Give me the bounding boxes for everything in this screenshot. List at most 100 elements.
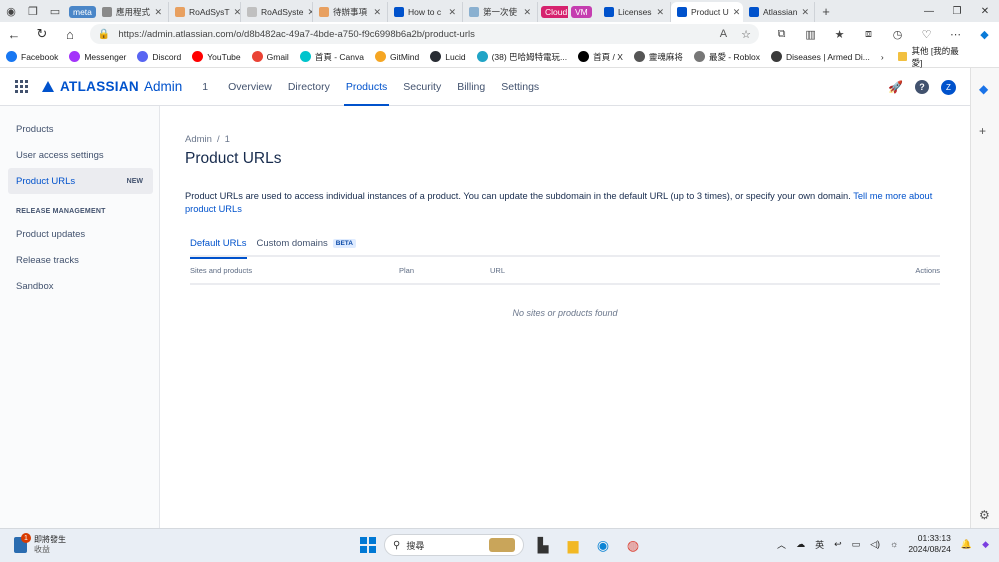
- bookmark-item[interactable]: Diseases | Armed Di...: [770, 51, 870, 63]
- browser-tab[interactable]: 第一次使 ✕: [463, 2, 538, 22]
- start-icon[interactable]: [360, 537, 376, 553]
- weather-icon[interactable]: ☼: [890, 539, 898, 549]
- bookmark-favicon-icon: [69, 51, 81, 62]
- bookmark-item[interactable]: GitMind: [374, 51, 419, 63]
- tools-icon[interactable]: ◆: [979, 82, 988, 96]
- bookmark-item[interactable]: Discord: [137, 51, 181, 63]
- sidebar-item-release-tracks[interactable]: Release tracks: [0, 247, 153, 273]
- sidebar-item-product-updates[interactable]: Product updates: [0, 221, 153, 247]
- browser-tab[interactable]: Product U ✕: [671, 2, 743, 22]
- onedrive-icon[interactable]: ☁: [796, 539, 805, 550]
- rocket-icon[interactable]: 🚀: [888, 80, 903, 94]
- app-switcher-icon[interactable]: [15, 79, 29, 94]
- browser-essentials-icon[interactable]: ♡: [912, 28, 941, 41]
- tray-overflow-icon[interactable]: ︿: [777, 538, 786, 551]
- restore-button[interactable]: ❐: [943, 0, 971, 22]
- copilot-icon[interactable]: ◆: [970, 28, 999, 41]
- favorites-icon[interactable]: ★: [825, 28, 854, 41]
- sidebar-item-sandbox[interactable]: Sandbox: [0, 273, 153, 299]
- close-tab-icon[interactable]: ✕: [150, 7, 162, 18]
- sidebar-item-product-urls[interactable]: Product URLs NEW: [8, 168, 153, 194]
- split-screen-icon[interactable]: ▥: [796, 28, 825, 41]
- sidebar-item-products[interactable]: Products: [0, 116, 153, 142]
- bookmark-item[interactable]: 最愛 - Roblox: [693, 51, 760, 63]
- close-tab-icon[interactable]: ✕: [798, 7, 810, 18]
- breadcrumb-admin[interactable]: Admin: [185, 134, 212, 145]
- help-icon[interactable]: ?: [915, 80, 929, 94]
- browser-tab[interactable]: meta: [66, 2, 96, 22]
- notifications-icon[interactable]: 🔔: [961, 539, 972, 550]
- close-tab-icon[interactable]: ✕: [652, 7, 664, 18]
- nav-security[interactable]: Security: [395, 68, 449, 106]
- history-icon[interactable]: ◷: [883, 28, 912, 41]
- browser-tab[interactable]: VM: [568, 2, 598, 22]
- browser-tab[interactable]: 應用程式 ✕: [96, 2, 169, 22]
- sidebar-settings-icon[interactable]: ⚙: [979, 508, 990, 522]
- close-tab-icon[interactable]: ✕: [729, 7, 741, 18]
- add-sidebar-app-icon[interactable]: +: [979, 124, 986, 138]
- more-menu-icon[interactable]: ⋯: [941, 28, 970, 41]
- minimize-button[interactable]: —: [915, 0, 943, 22]
- chrome-icon[interactable]: ◍: [622, 534, 644, 556]
- bookmark-item[interactable]: Facebook: [6, 51, 58, 63]
- avatar[interactable]: Z: [941, 79, 956, 95]
- tab-default-urls[interactable]: Default URLs: [190, 238, 247, 259]
- bookmarks-overflow-icon[interactable]: ›: [881, 52, 884, 62]
- browser-tab[interactable]: Licenses ✕: [598, 2, 671, 22]
- close-tab-icon[interactable]: ✕: [369, 7, 381, 18]
- favorite-star-icon[interactable]: ☆: [741, 28, 751, 41]
- extensions-icon[interactable]: ⧉: [767, 28, 796, 41]
- nav-products[interactable]: Products: [338, 68, 395, 106]
- edge-icon[interactable]: ◉: [592, 534, 614, 556]
- file-explorer-icon[interactable]: ▆: [562, 534, 584, 556]
- atlassian-logo[interactable]: ATLASSIAN Admin: [42, 79, 182, 94]
- org-selector[interactable]: 1: [202, 81, 208, 93]
- browser-tab[interactable]: Cloud: [538, 2, 568, 22]
- close-window-button[interactable]: ✕: [971, 0, 999, 22]
- url-input[interactable]: 🔒 https://admin.atlassian.com/o/d8b482ac…: [89, 24, 760, 44]
- bookmark-item[interactable]: 首頁 - Canva: [299, 51, 364, 63]
- bookmark-item[interactable]: YouTube: [192, 51, 241, 63]
- read-aloud-icon[interactable]: A: [720, 28, 727, 41]
- network-icon[interactable]: ▭: [852, 539, 861, 550]
- close-tab-icon[interactable]: ✕: [304, 7, 312, 18]
- bookmark-item[interactable]: 靈魂麻将: [633, 51, 683, 63]
- close-tab-icon[interactable]: ✕: [230, 7, 240, 18]
- ime-indicator[interactable]: 英: [815, 538, 824, 551]
- browser-tab[interactable]: How to c ✕: [388, 2, 463, 22]
- breadcrumb-org[interactable]: 1: [225, 134, 230, 145]
- browser-tab[interactable]: RoAdSyste✕: [241, 2, 313, 22]
- browser-tab[interactable]: RoAdSysT ✕: [169, 2, 241, 22]
- taskbar-search[interactable]: ⚲ 搜尋: [384, 534, 524, 556]
- nav-settings[interactable]: Settings: [493, 68, 547, 106]
- news-widget[interactable]: 1 即將發生 收益: [14, 533, 66, 555]
- task-view-icon[interactable]: ▙: [532, 534, 554, 556]
- volume-icon[interactable]: ◁): [870, 539, 880, 550]
- bookmark-item[interactable]: 首頁 / X: [578, 51, 623, 63]
- bookmark-item[interactable]: Gmail: [251, 51, 289, 63]
- bookmark-item[interactable]: Lucid: [430, 51, 466, 63]
- nav-billing[interactable]: Billing: [449, 68, 493, 106]
- tab-custom-domains[interactable]: Custom domains BETA: [257, 238, 356, 257]
- other-favorites-folder[interactable]: 其他 [我的最愛]: [897, 45, 963, 69]
- collections-icon[interactable]: ⧈: [854, 28, 883, 41]
- browser-tab[interactable]: 待辦事項 ✕: [313, 2, 388, 22]
- workspaces-icon[interactable]: ❐: [22, 0, 44, 22]
- sidebar-item-user-access-settings[interactable]: User access settings: [0, 142, 153, 168]
- back-icon[interactable]: ←: [0, 22, 28, 46]
- clock[interactable]: 01:33:13 2024/08/24: [908, 533, 951, 555]
- close-tab-icon[interactable]: ✕: [444, 7, 456, 18]
- copilot-taskbar-icon[interactable]: ◆: [982, 539, 989, 550]
- nav-directory[interactable]: Directory: [280, 68, 338, 106]
- bookmark-item[interactable]: (38) 巴哈姆特電玩...: [476, 51, 567, 63]
- tab-actions-icon[interactable]: ▭: [44, 0, 66, 22]
- browser-tab[interactable]: Atlassian ✕: [743, 2, 815, 22]
- profile-icon[interactable]: ◉: [0, 0, 22, 22]
- close-tab-icon[interactable]: ✕: [519, 7, 531, 18]
- input-mode-icon[interactable]: ↩: [834, 539, 842, 550]
- new-tab-button[interactable]: +: [815, 4, 837, 19]
- nav-overview[interactable]: Overview: [220, 68, 280, 106]
- refresh-icon[interactable]: ↻: [28, 22, 56, 46]
- bookmark-item[interactable]: Messenger: [69, 51, 126, 63]
- home-icon[interactable]: ⌂: [56, 22, 84, 46]
